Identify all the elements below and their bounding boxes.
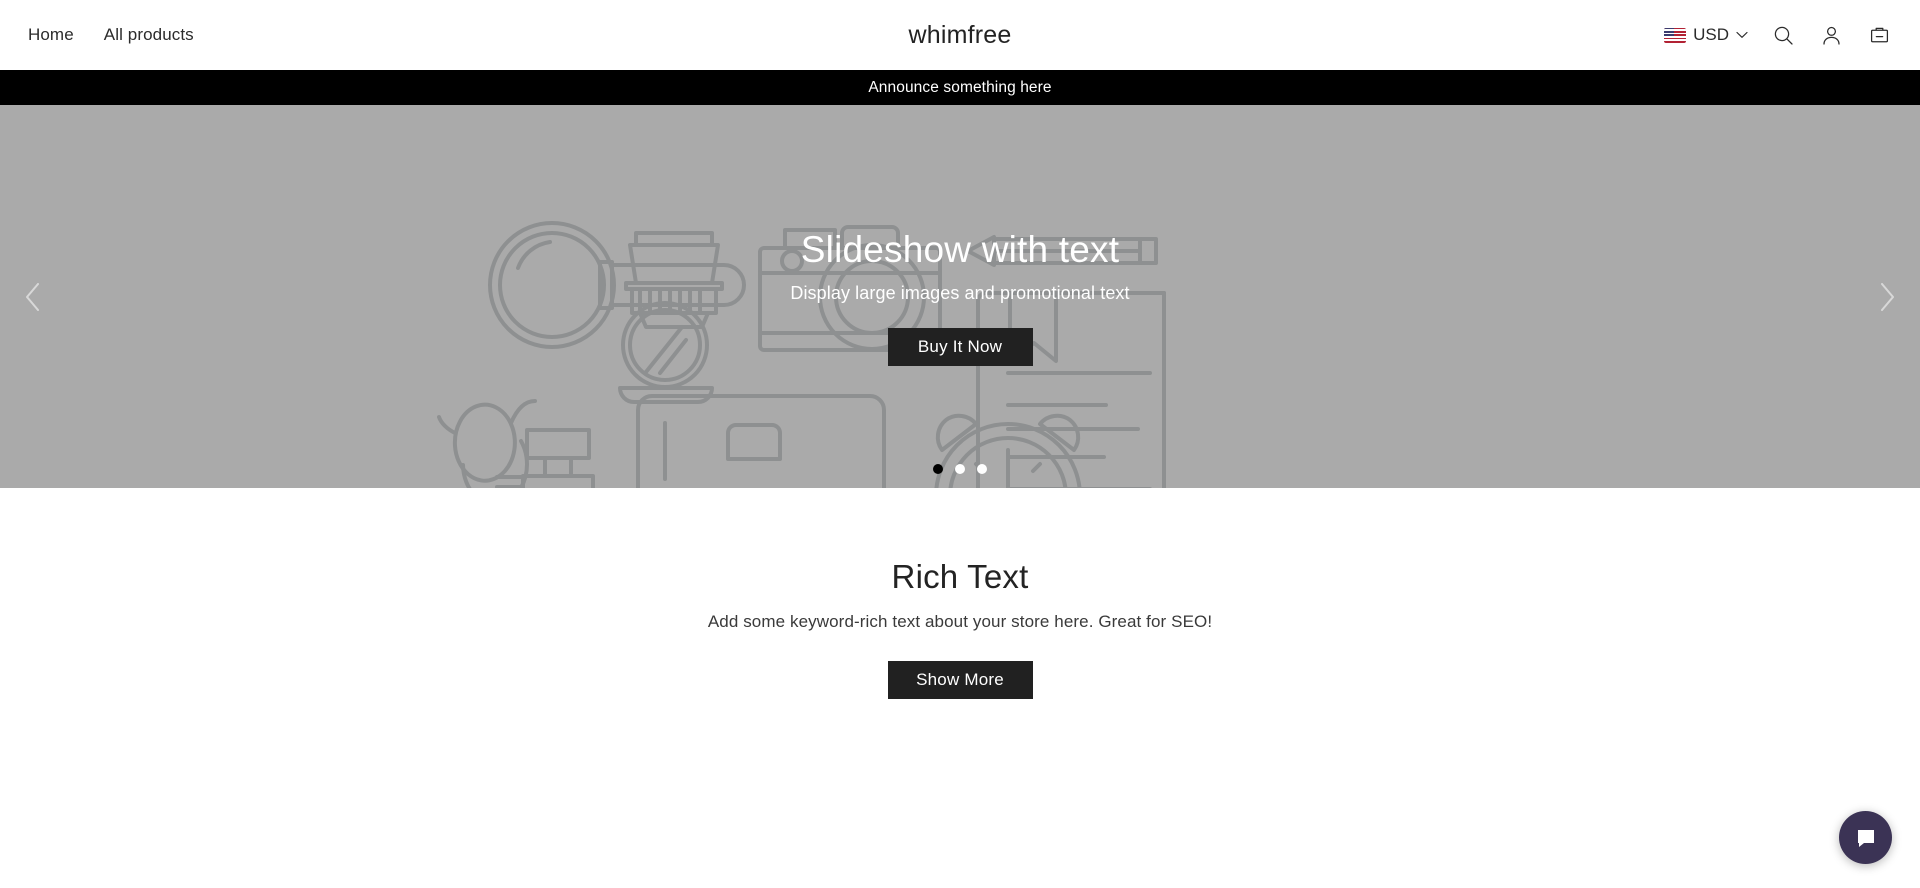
search-button[interactable]: [1770, 22, 1796, 48]
rich-text-subtitle: Add some keyword-rich text about your st…: [707, 612, 1213, 631]
hero-title: Slideshow with text: [800, 228, 1120, 270]
rich-text-section: Rich Text Add some keyword-rich text abo…: [0, 488, 1920, 699]
site-logo: whimfree: [0, 0, 1920, 70]
slideshow-prev-button[interactable]: [8, 272, 58, 322]
us-flag-icon: [1664, 27, 1687, 43]
cart-button[interactable]: [1866, 22, 1892, 48]
account-icon: [1822, 26, 1840, 45]
currency-selector[interactable]: USD: [1664, 25, 1748, 45]
chevron-right-icon: [1881, 282, 1894, 311]
slideshow-next-button[interactable]: [1862, 272, 1912, 322]
chat-bubble-icon: [1857, 829, 1874, 847]
account-button[interactable]: [1818, 22, 1844, 48]
hero-subtitle: Display large images and promotional tex…: [790, 283, 1130, 304]
chevron-down-icon: [1736, 31, 1748, 38]
chevron-left-icon: [26, 282, 39, 311]
chat-widget-button[interactable]: [1839, 811, 1892, 864]
slideshow-dot-2[interactable]: [955, 464, 965, 474]
show-more-button[interactable]: Show More: [887, 661, 1033, 699]
site-header: Home All products whimfree USD: [0, 0, 1920, 70]
shopping-bag-icon: [1870, 27, 1888, 42]
hero-content: Slideshow with text Display large images…: [790, 227, 1130, 367]
slideshow-pagination: [0, 464, 1920, 474]
header-utilities: USD: [1664, 22, 1892, 48]
announcement-text: Announce something here: [868, 78, 1052, 96]
primary-navigation: Home All products: [28, 25, 194, 45]
site-logo-text: whimfree: [908, 20, 1012, 49]
search-icon: [1774, 26, 1793, 45]
buy-it-now-button[interactable]: Buy It Now: [887, 328, 1033, 367]
currency-code: USD: [1693, 25, 1729, 44]
nav-link-home[interactable]: Home: [28, 25, 74, 45]
announcement-bar: Announce something here: [0, 70, 1920, 105]
rich-text-title: Rich Text: [891, 558, 1029, 595]
slideshow-dot-1[interactable]: [933, 464, 943, 474]
hero-slideshow: Slideshow with text Display large images…: [0, 105, 1920, 488]
nav-link-all-products[interactable]: All products: [104, 25, 194, 45]
slideshow-dot-3[interactable]: [977, 464, 987, 474]
